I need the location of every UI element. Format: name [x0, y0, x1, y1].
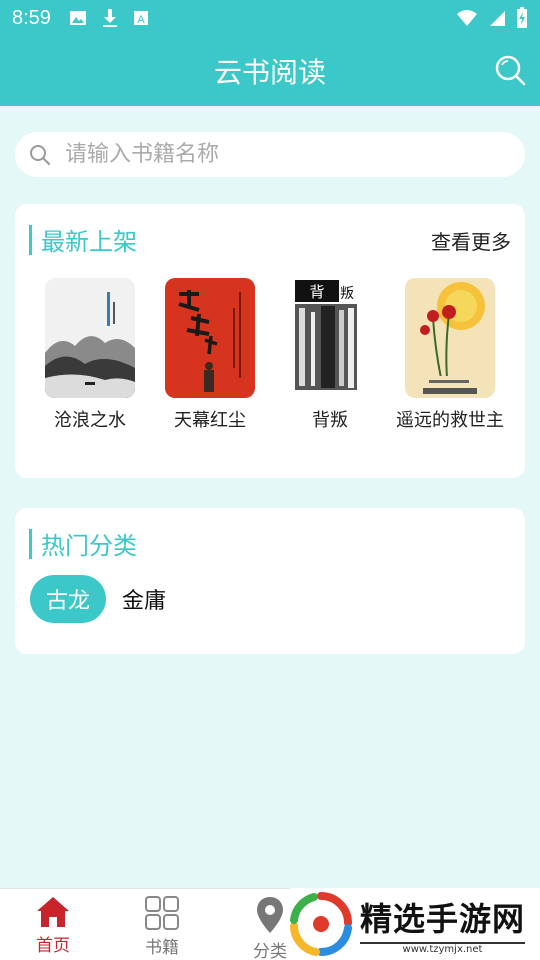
category-chips: 古龙 金庸 — [30, 575, 166, 623]
section-accent-bar — [29, 528, 32, 559]
nav-item-home[interactable]: 首页 — [8, 895, 98, 956]
book-cover — [405, 278, 495, 398]
home-icon — [37, 897, 69, 927]
search-icon[interactable] — [494, 54, 526, 86]
watermark: 精选手游网 www.tzymjx.net — [290, 888, 540, 960]
watermark-url: www.tzymjx.net — [360, 941, 526, 955]
book-item[interactable]: 遥远的救世主 — [390, 278, 510, 432]
nav-label: 书籍 — [145, 938, 179, 958]
watermark-title: 精选手游网 — [360, 899, 526, 938]
status-time: 8:59 — [12, 6, 51, 29]
book-item[interactable]: 天幕红尘 — [150, 278, 270, 432]
location-pin-icon — [257, 897, 283, 933]
svg-text:叛: 叛 — [340, 286, 354, 302]
signal-icon — [490, 11, 505, 26]
search-icon — [30, 144, 50, 165]
download-icon — [102, 9, 117, 27]
svg-text:A: A — [137, 14, 145, 26]
status-bar: 8:59 A — [0, 0, 540, 36]
section-title: 最新上架 — [41, 228, 137, 256]
wifi-icon — [457, 10, 477, 26]
book-title: 背叛 — [312, 410, 348, 431]
book-item[interactable]: 背 叛 背叛 — [270, 278, 390, 432]
app-bar: 云书阅读 — [0, 36, 540, 106]
book-cover — [165, 278, 255, 398]
category-chip-gulong[interactable]: 古龙 — [30, 575, 107, 623]
book-title: 遥远的救世主 — [396, 410, 504, 431]
book-title: 沧浪之水 — [54, 410, 126, 431]
svg-text:背: 背 — [309, 283, 324, 301]
grid-icon — [145, 896, 179, 930]
nav-label: 首页 — [36, 936, 70, 956]
book-list: 沧浪之水 天幕红尘 背 叛 背叛 遥远的救世主 — [15, 278, 525, 432]
image-icon — [69, 11, 86, 25]
view-more-link[interactable]: 查看更多 — [431, 226, 511, 255]
section-title: 热门分类 — [41, 532, 137, 560]
section-header: 热门分类 — [29, 526, 137, 561]
search-input[interactable] — [65, 142, 485, 167]
book-cover: 背 叛 — [285, 278, 375, 398]
watermark-logo — [290, 892, 352, 956]
section-header: 最新上架 — [29, 222, 137, 257]
app-title: 云书阅读 — [213, 56, 326, 89]
category-chip-jinyong[interactable]: 金庸 — [122, 575, 166, 623]
latest-books-card: 最新上架 查看更多 沧浪之水 天幕红尘 背 叛 背叛 遥远的救世主 — [15, 204, 525, 478]
hot-categories-card: 热门分类 古龙 金庸 — [15, 508, 525, 654]
battery-icon — [517, 7, 527, 28]
nav-label: 分类 — [253, 942, 287, 960]
nav-item-books[interactable]: 书籍 — [117, 895, 207, 958]
book-cover — [45, 278, 135, 398]
book-item[interactable]: 沧浪之水 — [30, 278, 150, 432]
text-a-icon: A — [133, 11, 148, 26]
search-bar[interactable] — [15, 132, 525, 177]
book-title: 天幕红尘 — [174, 410, 246, 431]
section-accent-bar — [29, 224, 32, 255]
